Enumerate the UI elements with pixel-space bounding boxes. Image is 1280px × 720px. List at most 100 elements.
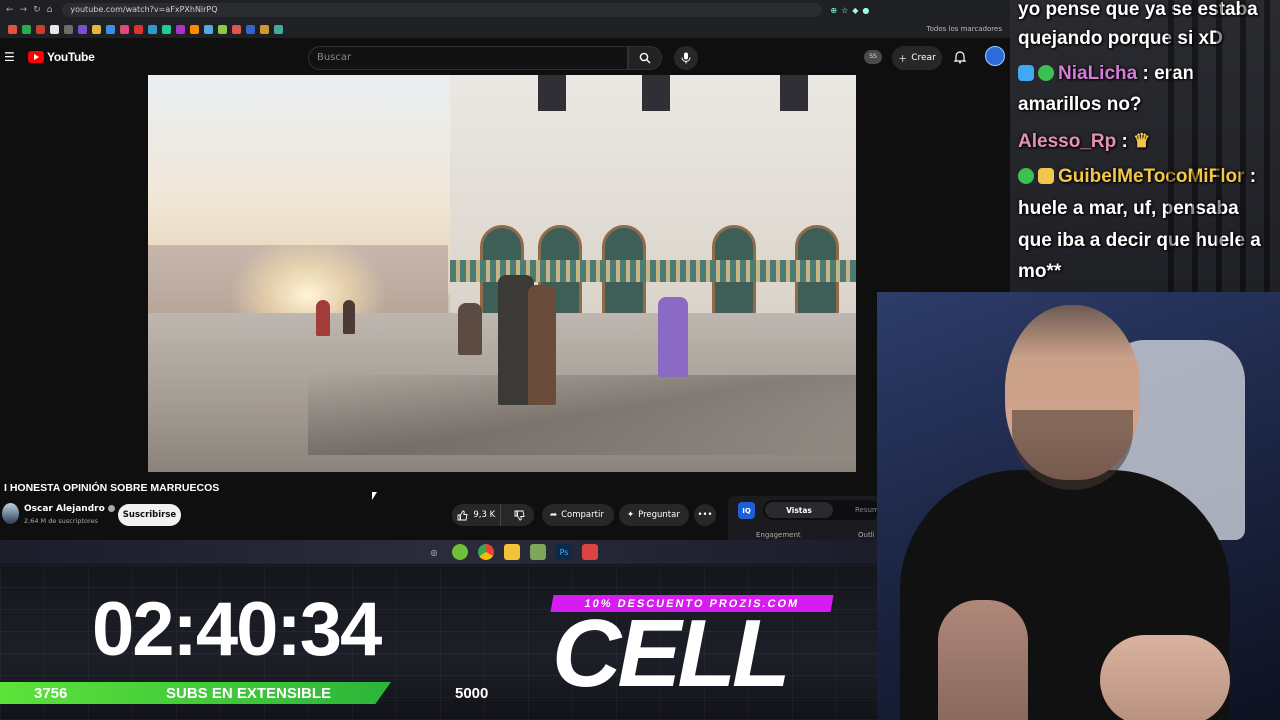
brand-logo: CELL [552, 600, 791, 707]
extension-logo-icon[interactable]: IQ [738, 502, 755, 519]
address-bar-row: ← → ↻ ⌂ youtube.com/watch?v=aFxPXhNirPQ … [0, 0, 1010, 20]
extension-icons: ⊕ ☆ ◆ ● [830, 6, 869, 15]
video-title: I HONESTA OPINIÓN SOBRE MARRUECOS [4, 482, 220, 494]
create-label: Crear [911, 53, 936, 63]
video-person [458, 303, 482, 355]
like-dislike-group: 9,3 K [452, 504, 534, 526]
extension-icon[interactable]: ◆ [852, 6, 858, 15]
bookmark-icon[interactable] [162, 24, 171, 34]
url-field[interactable]: youtube.com/watch?v=aFxPXhNirPQ [62, 3, 823, 17]
nav-buttons: ← → ↻ ⌂ [0, 5, 58, 15]
share-label: Compartir [561, 510, 604, 520]
bookmark-icon[interactable] [64, 24, 73, 34]
engagement-label: Engagement [756, 531, 801, 539]
subscribe-button[interactable]: Suscribirse [118, 504, 181, 526]
thumbs-up-icon [457, 510, 468, 520]
taskbar-icons: ◎ Ps [426, 544, 598, 560]
chrome-icon[interactable] [478, 544, 494, 560]
folder-icon[interactable] [504, 544, 520, 560]
youtube-header: ☰ YouTube Buscar SS ＋ Crear [0, 38, 1010, 76]
app-icon[interactable] [452, 544, 468, 560]
chat-username[interactable]: NiaLicha [1058, 63, 1137, 84]
voice-search-button[interactable] [674, 46, 698, 70]
bookmarks-bar: Todos los marcadores [0, 20, 1010, 38]
subs-label: SUBS EN EXTENSIBLE [166, 685, 332, 702]
dislike-button[interactable] [505, 504, 534, 526]
share-button[interactable]: ➦ Compartir [542, 504, 614, 526]
chat-line: mo** [1018, 261, 1062, 282]
plus-icon: ＋ [898, 54, 908, 65]
video-player[interactable] [148, 75, 856, 472]
bookmark-icon[interactable] [204, 24, 213, 34]
ask-label: Preguntar [638, 510, 680, 520]
bookmark-icon[interactable] [134, 24, 143, 34]
microphone-icon [681, 52, 691, 64]
bookmark-icon[interactable] [78, 24, 87, 34]
outlier-label: Outli [858, 531, 875, 539]
zoom-icon[interactable]: ⊕ [830, 6, 837, 15]
youtube-logo-text: YouTube [47, 50, 95, 64]
bookmark-icon[interactable] [8, 24, 17, 34]
crown-badge-icon [1038, 168, 1054, 184]
browser-window: ← → ↻ ⌂ youtube.com/watch?v=aFxPXhNirPQ … [0, 0, 1010, 540]
video-shadow [308, 375, 856, 455]
bookmark-icon[interactable] [260, 24, 269, 34]
bookmark-icon[interactable] [22, 24, 31, 34]
tab-resumen[interactable]: Resum [855, 506, 879, 514]
chat-text: : [1116, 131, 1134, 152]
star-icon[interactable]: ☆ [841, 6, 848, 15]
badge-icon [1038, 65, 1054, 81]
chat-line: amarillos no? [1018, 94, 1142, 115]
bookmark-icon[interactable] [50, 24, 59, 34]
ss-badge[interactable]: SS [864, 50, 882, 64]
video-person [528, 285, 556, 405]
all-bookmarks-label[interactable]: Todos los marcadores [927, 25, 1002, 33]
bookmark-icon[interactable] [92, 24, 101, 34]
app-icon[interactable] [530, 544, 546, 560]
badge-icon [1018, 65, 1034, 81]
create-button[interactable]: ＋ Crear [892, 46, 942, 70]
youtube-play-icon [28, 51, 44, 63]
bookmark-icon[interactable] [106, 24, 115, 34]
reload-icon[interactable]: ↻ [33, 5, 41, 15]
channel-name[interactable]: Oscar Alejandro [24, 504, 105, 514]
youtube-logo[interactable]: YouTube [28, 50, 95, 64]
chat-bars-decoration [1150, 0, 1280, 292]
home-icon[interactable]: ⌂ [47, 5, 53, 15]
more-icon: ••• [697, 510, 713, 520]
steam-icon[interactable]: ◎ [426, 544, 442, 560]
video-person [343, 300, 355, 334]
like-button[interactable]: 9,3 K [452, 504, 502, 526]
bookmark-icon[interactable] [36, 24, 45, 34]
subs-goal: 5000 [455, 685, 489, 702]
bookmark-icon[interactable] [190, 24, 199, 34]
bookmark-icon[interactable] [246, 24, 255, 34]
search-button[interactable] [628, 46, 662, 70]
menu-icon[interactable]: ☰ [4, 50, 16, 64]
channel-name-row[interactable]: Oscar Alejandro [24, 504, 115, 514]
video-window [642, 75, 670, 111]
back-icon[interactable]: ← [6, 5, 14, 15]
bookmark-icon[interactable] [176, 24, 185, 34]
bookmark-icon[interactable] [218, 24, 227, 34]
bookmark-icon[interactable] [120, 24, 129, 34]
notifications-bell-icon[interactable] [953, 50, 967, 64]
subs-current: 3756 [34, 685, 68, 702]
subscriber-count: 2,64 M de suscriptores [24, 517, 98, 525]
more-actions-button[interactable]: ••• [694, 504, 716, 526]
bookmark-icon[interactable] [148, 24, 157, 34]
channel-avatar[interactable] [2, 503, 19, 524]
app-icon[interactable] [582, 544, 598, 560]
photoshop-icon[interactable]: Ps [556, 544, 572, 560]
tab-vistas[interactable]: Vistas [765, 502, 833, 518]
search-input[interactable]: Buscar [308, 46, 628, 70]
bookmark-icon[interactable] [274, 24, 283, 34]
verified-icon [107, 505, 115, 512]
chat-username[interactable]: Alesso_Rp [1018, 131, 1116, 152]
bookmark-icon[interactable] [232, 24, 241, 34]
badge-icon [1018, 168, 1034, 184]
account-avatar[interactable] [985, 46, 1005, 66]
forward-icon[interactable]: → [20, 5, 28, 15]
ask-button[interactable]: ✦ Preguntar [619, 504, 689, 526]
profile-icon[interactable]: ● [862, 6, 869, 15]
